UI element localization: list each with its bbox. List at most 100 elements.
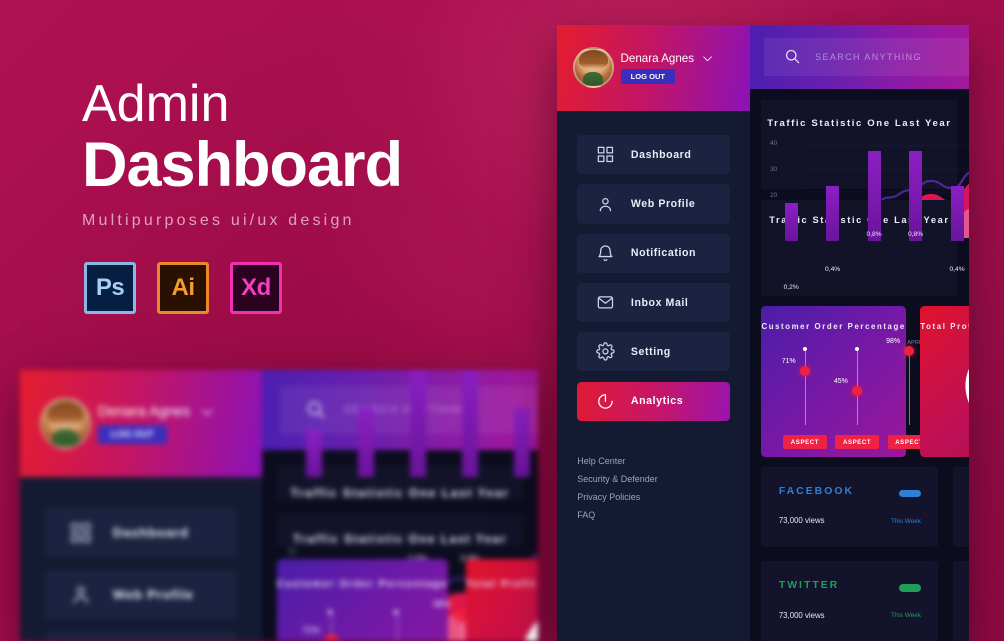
sidebar-item-label: Analytics bbox=[630, 395, 684, 408]
bar bbox=[461, 370, 479, 478]
chevron-down-icon[interactable] bbox=[199, 404, 215, 420]
slider-knob[interactable] bbox=[799, 366, 810, 377]
profile-name: Denara Agnes bbox=[97, 403, 191, 420]
sidebar-item-setting[interactable]: Setting bbox=[577, 332, 730, 372]
search-input[interactable]: SEARCH ANYTHING bbox=[764, 38, 969, 76]
social-card-facebook[interactable]: FACEBOOK 73,000 views This Week bbox=[761, 467, 939, 547]
sidebar-item-web-profile[interactable]: Web Profile bbox=[577, 184, 730, 224]
sidebar-item-label: Setting bbox=[630, 345, 671, 358]
grid-icon bbox=[69, 521, 93, 545]
bar bbox=[909, 150, 923, 241]
sidebar-item-notification[interactable]: Notification bbox=[45, 632, 237, 641]
social-period: This Week bbox=[890, 517, 921, 525]
slider-value: 45% bbox=[833, 377, 848, 385]
social-views: 73,000 views bbox=[778, 610, 825, 620]
profile-name: Denara Agnes bbox=[620, 51, 695, 65]
sidebar-item-label: Web Profile bbox=[630, 198, 696, 211]
gear-icon bbox=[596, 342, 615, 362]
pie-icon bbox=[596, 392, 615, 411]
social-card-instagram[interactable]: INSTAGRAM 83,000 views This Week bbox=[952, 561, 969, 641]
aspect-button[interactable]: ASPECT bbox=[783, 435, 827, 450]
social-name: FACEBOOK bbox=[778, 485, 854, 497]
footer-link-faq[interactable]: FAQ bbox=[577, 510, 750, 520]
topbar: SEARCH ANYTHING bbox=[262, 370, 538, 451]
photoshop-badge-label: Ps bbox=[95, 274, 125, 301]
social-views: 73,000 views bbox=[778, 516, 825, 526]
hero-title-line2: Dashboard bbox=[82, 130, 403, 200]
bar bbox=[409, 370, 427, 478]
sidebar-item-web-profile[interactable]: Web Profile bbox=[45, 570, 237, 620]
footer-link-help-center[interactable]: Help Center bbox=[577, 456, 750, 466]
bar bbox=[305, 429, 323, 478]
hero-subtitle: Multipurposes ui/ux design bbox=[82, 212, 355, 230]
sidebar-item-label: Web Profile bbox=[112, 587, 194, 603]
secondary-dashboard-mockup: Denara Agnes LOG OUT Dashboard Web Profi… bbox=[20, 370, 538, 641]
adobe-xd-badge: Xd bbox=[230, 262, 282, 314]
customer-order-card: Customer Order Percentage 71% ASPECT 45%… bbox=[276, 558, 469, 641]
profile-header[interactable]: Denara Agnes LOG OUT bbox=[557, 25, 750, 111]
profit-donut-chart: 0,7% MAIN ASPECT bbox=[520, 603, 538, 641]
sidebar-item-dashboard[interactable]: Dashboard bbox=[45, 508, 237, 558]
logout-button[interactable]: LOG OUT bbox=[620, 69, 676, 84]
main-dashboard-mockup[interactable]: Denara Agnes LOG OUT Dashboard Web Profi… bbox=[557, 25, 969, 641]
search-placeholder: SEARCH ANYTHING bbox=[815, 51, 922, 62]
sidebar: Denara Agnes LOG OUT Dashboard Web Profi… bbox=[557, 25, 750, 641]
sidebar-item-label: Dashboard bbox=[630, 148, 692, 161]
donut-center-text: 0,7% MAIN ASPECT bbox=[964, 341, 969, 431]
illustrator-badge: Ai bbox=[157, 262, 209, 314]
profile-header[interactable]: Denara Agnes LOG OUT bbox=[20, 370, 263, 478]
slider-knob[interactable] bbox=[904, 345, 915, 357]
bar-chart-title: Traffic Statistic One Last Year bbox=[293, 533, 507, 547]
traffic-bar-chart-card: Traffic Statistic One Last Year 0,2% JAN… bbox=[276, 370, 532, 629]
area-chart-ytick: 30 bbox=[770, 165, 778, 173]
slider-knob[interactable] bbox=[852, 385, 863, 397]
aspect-button[interactable]: ASPECT bbox=[835, 435, 879, 450]
sidebar-item-notification[interactable]: Notification bbox=[577, 233, 730, 273]
search-icon bbox=[304, 398, 328, 422]
slider-knob[interactable] bbox=[324, 634, 338, 641]
slider-value: 98% bbox=[433, 599, 451, 610]
area-chart-ytick: 30 bbox=[287, 546, 297, 556]
sidebar-item-analytics[interactable]: Analytics bbox=[577, 381, 730, 421]
area-chart-ytick: 40 bbox=[770, 139, 778, 147]
slider-track[interactable] bbox=[804, 349, 806, 425]
bar bbox=[784, 203, 798, 241]
logout-button[interactable]: LOG OUT bbox=[97, 425, 167, 444]
topbar: SEARCH ANYTHING bbox=[749, 25, 969, 89]
total-profit-card: Total Profit This Month 0,7% MAIN ASPECT bbox=[920, 306, 969, 457]
slider-track[interactable] bbox=[396, 613, 398, 641]
area-chart-title: Traffic Statistic One Last Year bbox=[767, 117, 952, 129]
search-icon bbox=[783, 47, 802, 66]
sidebar-item-label: Dashboard bbox=[112, 525, 189, 541]
customer-order-title: Customer Order Percentage bbox=[761, 322, 906, 331]
sidebar-item-label: Notification bbox=[630, 247, 697, 260]
user-icon bbox=[69, 583, 93, 607]
bar bbox=[826, 185, 840, 241]
illustrator-badge-label: Ai bbox=[171, 274, 196, 301]
footer-link-privacy-policies[interactable]: Privacy Policies bbox=[577, 492, 750, 502]
social-name: TWITTER bbox=[778, 580, 840, 592]
donut-center-text: 0,7% MAIN ASPECT bbox=[520, 603, 538, 641]
bar bbox=[950, 185, 964, 241]
grid-icon bbox=[596, 145, 615, 164]
main-content: SEARCH ANYTHING Traffic Statistic One La… bbox=[262, 370, 538, 641]
metric-cards-row: Customer Order Percentage 71% ASPECT 45%… bbox=[276, 558, 538, 641]
hero-title-line1: Admin bbox=[82, 75, 230, 133]
photoshop-badge: Ps bbox=[84, 262, 136, 314]
hero-text-block: Admin Dashboard Multipurposes ui/ux desi… bbox=[82, 75, 403, 230]
slider-track[interactable] bbox=[909, 349, 911, 425]
slider-value: 71% bbox=[302, 624, 320, 635]
social-indicator-pill bbox=[899, 584, 921, 592]
bar-value-label: 0,8% bbox=[866, 231, 882, 239]
social-period: This Week bbox=[890, 612, 921, 619]
sidebar-item-dashboard[interactable]: Dashboard bbox=[577, 135, 730, 175]
footer-link-security-defender[interactable]: Security & Defender bbox=[577, 474, 750, 484]
sidebar-nav: Dashboard Web Profile Notification Inbox… bbox=[20, 477, 262, 641]
mail-icon bbox=[596, 293, 615, 312]
social-card-pinterest[interactable]: PINTEREST 83,000 views This Week bbox=[952, 467, 969, 547]
sidebar-item-inbox-mail[interactable]: Inbox Mail bbox=[577, 283, 730, 323]
social-card-twitter[interactable]: TWITTER 73,000 views This Week bbox=[761, 561, 939, 641]
bar-value-label: 0,4% bbox=[825, 266, 841, 274]
bar-value-label: 0,8% bbox=[907, 231, 924, 239]
chevron-down-icon[interactable] bbox=[701, 52, 714, 65]
